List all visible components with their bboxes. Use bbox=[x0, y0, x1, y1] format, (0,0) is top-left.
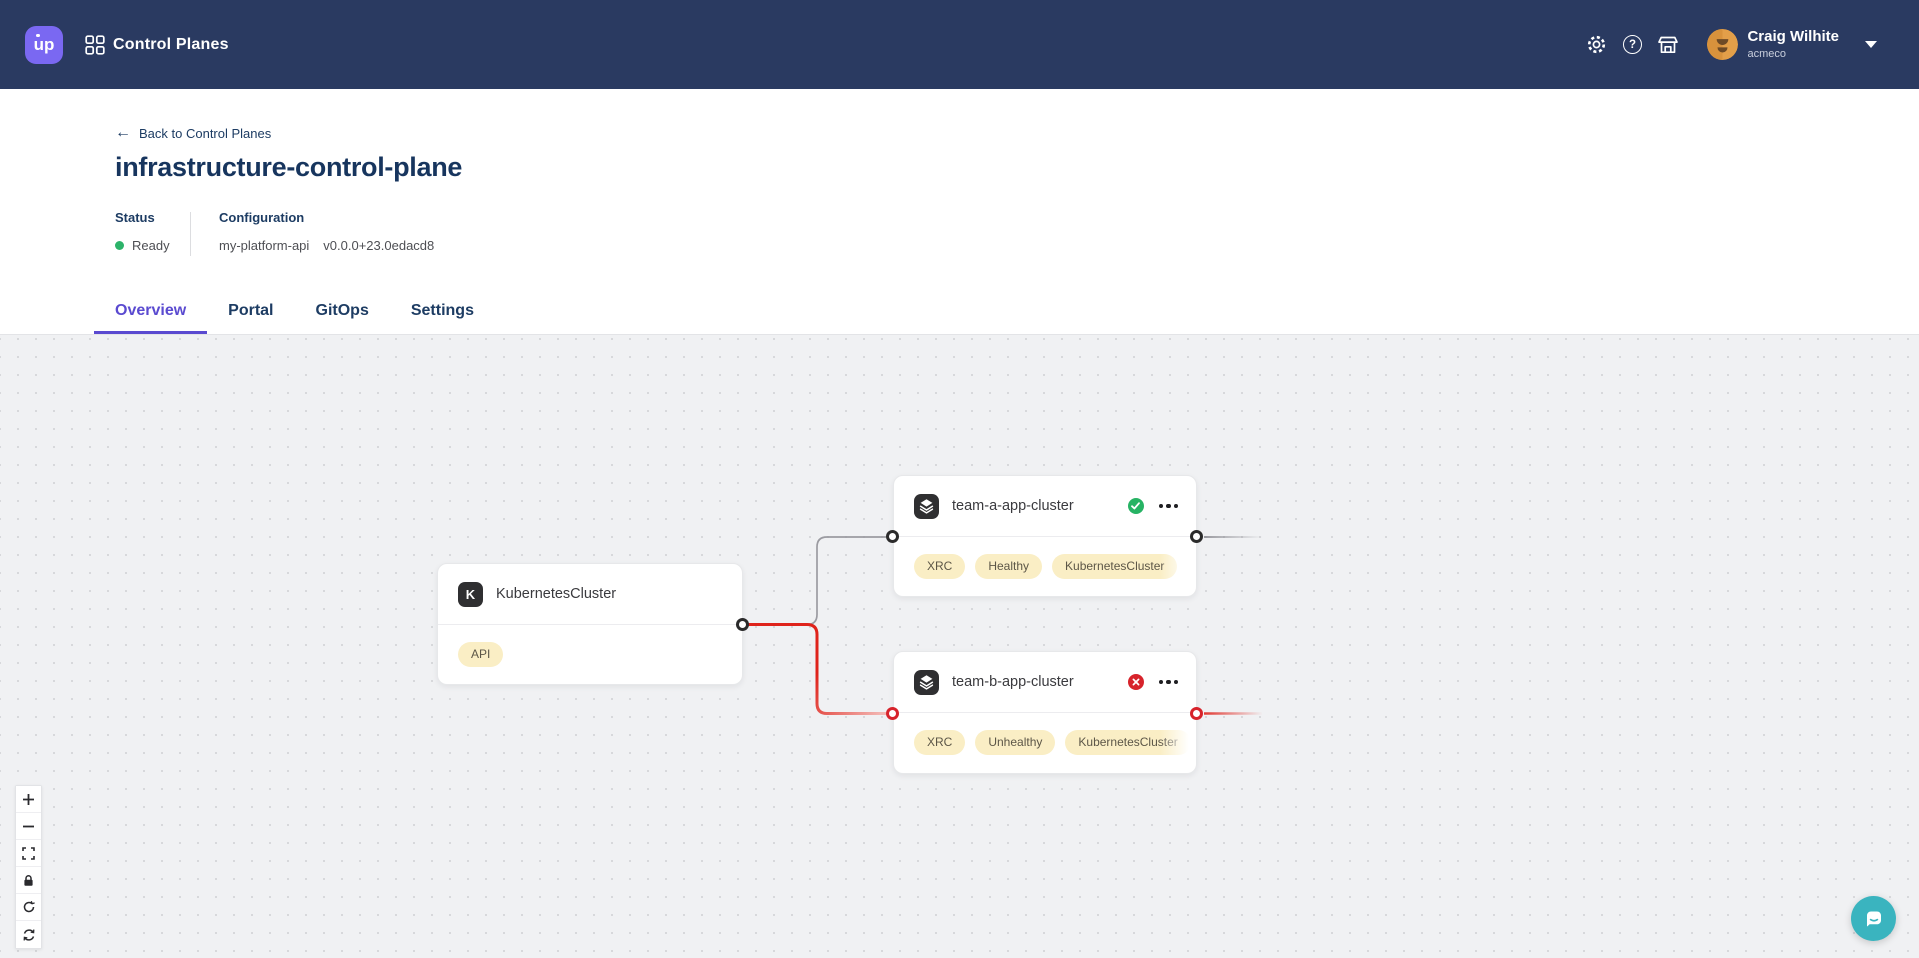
layers-icon bbox=[914, 670, 939, 695]
user-text: Craig Wilhite acmeco bbox=[1747, 29, 1839, 60]
zoom-in-button[interactable] bbox=[16, 786, 41, 813]
node-title: team-b-app-cluster bbox=[952, 674, 1074, 690]
edge-kc-to-team-b[interactable] bbox=[743, 625, 886, 714]
page-title: infrastructure-control-plane bbox=[115, 152, 1919, 183]
badge-xrc: XRC bbox=[914, 730, 965, 755]
tab-bar: Overview Portal GitOps Settings bbox=[94, 287, 1919, 334]
edge-kc-to-team-a[interactable] bbox=[743, 537, 886, 625]
node-title: KubernetesCluster bbox=[496, 586, 616, 602]
zoom-out-button[interactable] bbox=[16, 813, 41, 840]
badge-healthy: Healthy bbox=[975, 554, 1042, 579]
avatar bbox=[1707, 29, 1738, 60]
chat-launcher-button[interactable] bbox=[1851, 896, 1896, 941]
handle-team-a-source[interactable] bbox=[1190, 530, 1203, 543]
user-name: Craig Wilhite bbox=[1747, 29, 1839, 46]
configuration-section: Configuration my-platform-api v0.0.0+23.… bbox=[219, 210, 434, 256]
badge-api: API bbox=[458, 642, 503, 667]
graph-canvas[interactable]: K KubernetesCluster API team-a-app-clust… bbox=[0, 334, 1919, 958]
meta-divider bbox=[190, 212, 191, 256]
lock-button[interactable] bbox=[16, 867, 41, 894]
tab-settings[interactable]: Settings bbox=[390, 287, 495, 334]
upbound-logo[interactable]: up bbox=[25, 26, 63, 64]
help-icon[interactable]: ? bbox=[1621, 34, 1643, 56]
user-org: acmeco bbox=[1747, 48, 1839, 60]
tab-portal[interactable]: Portal bbox=[207, 287, 294, 334]
rotate-button[interactable] bbox=[16, 894, 41, 921]
logo-dot bbox=[36, 34, 40, 38]
node-title: team-a-app-cluster bbox=[952, 498, 1074, 514]
handle-team-b-target[interactable] bbox=[886, 707, 899, 720]
page-head: ← Back to Control Planes infrastructure-… bbox=[0, 125, 1919, 334]
edges-layer bbox=[0, 335, 1919, 958]
refresh-button[interactable] bbox=[16, 921, 41, 948]
status-ready-dot bbox=[115, 241, 124, 250]
help-glyph: ? bbox=[1629, 39, 1636, 51]
marketplace-icon[interactable] bbox=[1657, 34, 1679, 56]
fit-view-button[interactable] bbox=[16, 840, 41, 867]
handle-kubernetescluster-source[interactable] bbox=[736, 618, 749, 631]
tab-gitops[interactable]: GitOps bbox=[295, 287, 390, 334]
badge-kind: KubernetesCluster bbox=[1065, 730, 1190, 755]
healthy-check-icon bbox=[1128, 498, 1144, 514]
badge-xrc: XRC bbox=[914, 554, 965, 579]
badge-kind: KubernetesCluster bbox=[1052, 554, 1177, 579]
unhealthy-x-icon bbox=[1128, 674, 1144, 690]
node-team-a-app-cluster[interactable]: team-a-app-cluster XRC Healthy Kubernete… bbox=[893, 475, 1197, 597]
configuration-version: v0.0.0+23.0edacd8 bbox=[323, 238, 434, 253]
handle-team-a-target[interactable] bbox=[886, 530, 899, 543]
chevron-down-icon bbox=[1865, 41, 1877, 48]
node-kubernetescluster[interactable]: K KubernetesCluster API bbox=[437, 563, 743, 685]
tab-overview[interactable]: Overview bbox=[94, 287, 207, 334]
layers-icon bbox=[914, 494, 939, 519]
back-link[interactable]: ← Back to Control Planes bbox=[115, 125, 271, 141]
kubernetes-cluster-icon: K bbox=[458, 582, 483, 607]
meta-row: Status Ready Configuration my-platform-a… bbox=[115, 210, 1919, 256]
back-link-label: Back to Control Planes bbox=[139, 126, 271, 141]
status-label: Status bbox=[115, 210, 190, 225]
node-team-b-app-cluster[interactable]: team-b-app-cluster XRC Unhealthy Kuberne… bbox=[893, 651, 1197, 774]
configuration-name: my-platform-api bbox=[219, 238, 309, 253]
status-section: Status Ready bbox=[115, 210, 190, 256]
logo-text: up bbox=[34, 35, 55, 55]
app-grid-icon[interactable] bbox=[85, 35, 105, 55]
settings-gear-icon[interactable] bbox=[1585, 34, 1607, 56]
app-header: up Control Planes ? bbox=[0, 0, 1919, 89]
configuration-label: Configuration bbox=[219, 210, 434, 225]
status-value: Ready bbox=[132, 238, 170, 253]
app-title: Control Planes bbox=[113, 36, 229, 54]
flow-controls bbox=[15, 785, 42, 949]
badge-unhealthy: Unhealthy bbox=[975, 730, 1055, 755]
node-menu-button[interactable] bbox=[1158, 676, 1180, 689]
handle-team-b-source[interactable] bbox=[1190, 707, 1203, 720]
node-menu-button[interactable] bbox=[1158, 500, 1180, 513]
user-menu[interactable]: Craig Wilhite acmeco bbox=[1707, 29, 1877, 60]
back-arrow-icon: ← bbox=[115, 125, 131, 141]
